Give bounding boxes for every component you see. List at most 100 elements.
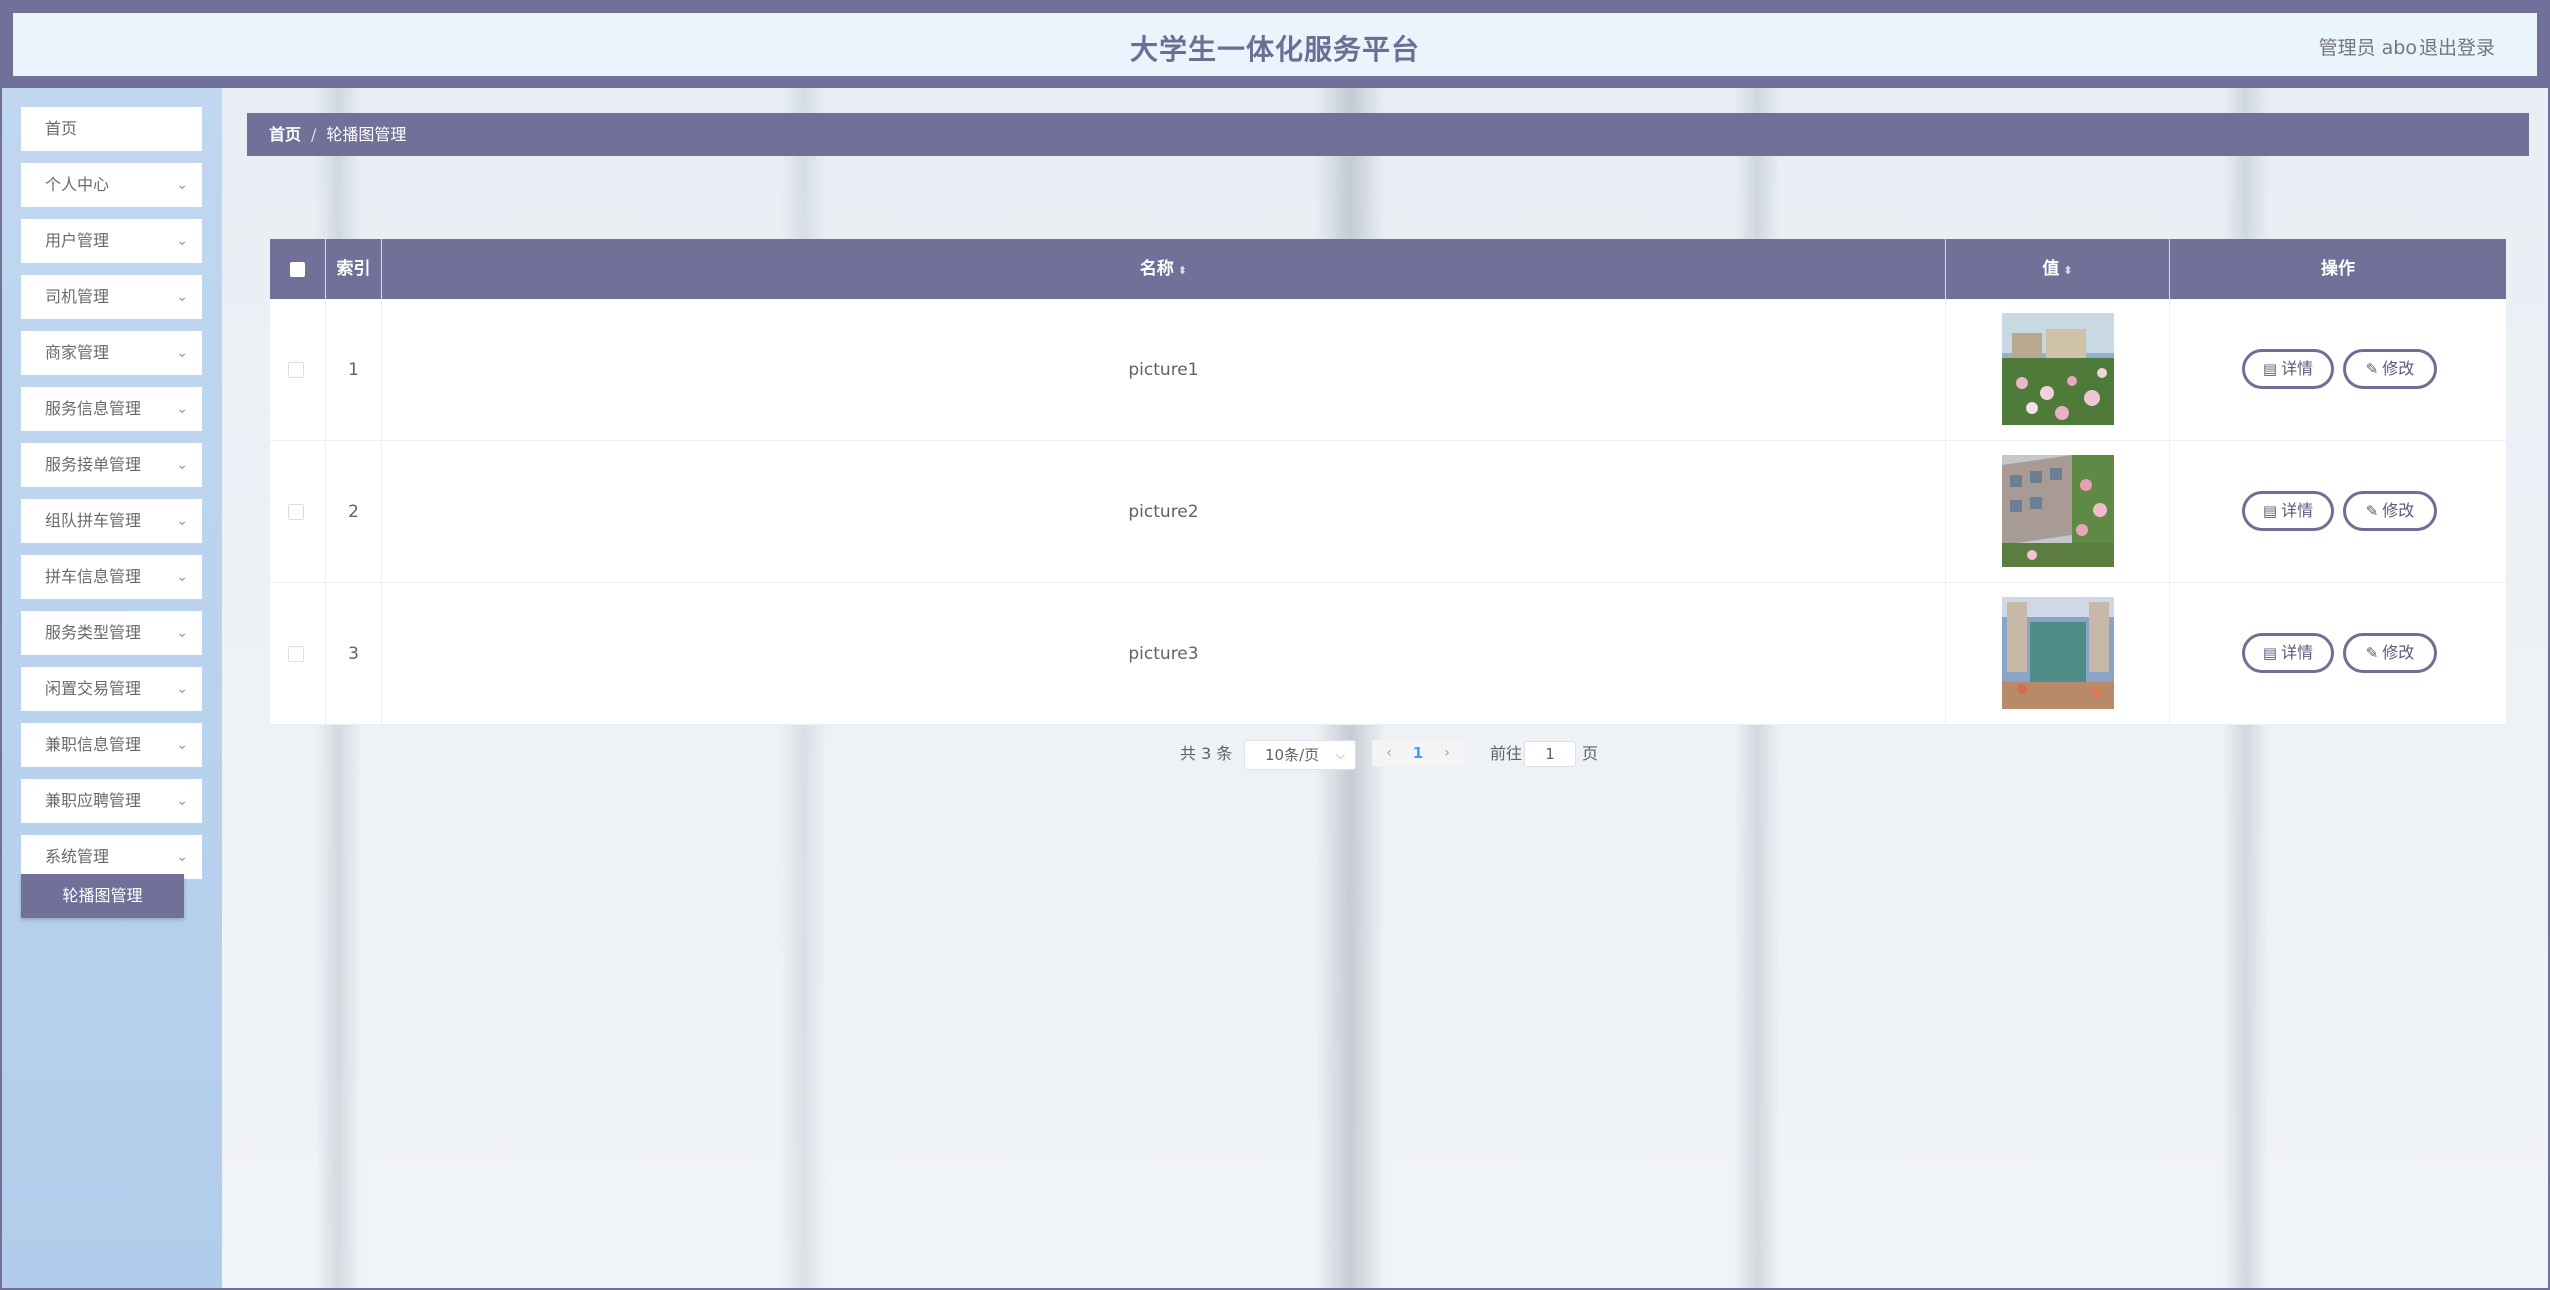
chevron-down-icon: ⌵ (1335, 748, 1345, 762)
page-size-value: 10条/页 (1265, 746, 1320, 764)
detail-label: 详情 (2281, 359, 2314, 378)
sidebar-item-label: 拼车信息管理 (45, 567, 142, 586)
sidebar-item-10[interactable]: 服务类型管理 ⌄ (21, 611, 202, 655)
sidebar-item-label: 用户管理 (45, 231, 110, 250)
edit-button[interactable]: ✎ 修改 (2343, 491, 2437, 531)
row-checkbox[interactable] (288, 362, 304, 378)
sidebar-item-1[interactable]: 首页 (21, 107, 202, 151)
page-number-current[interactable]: 1 (1406, 740, 1430, 766)
chevron-down-icon: ⌄ (176, 625, 188, 641)
sidebar-item-label: 兼职应聘管理 (45, 791, 142, 810)
page-unit-label: 页 (1582, 744, 1599, 763)
sidebar-item-7[interactable]: 服务接单管理 ⌄ (21, 443, 202, 487)
row-name: picture1 (1128, 360, 1199, 380)
row-name: picture3 (1128, 644, 1199, 664)
sidebar-item-label: 组队拼车管理 (45, 511, 142, 530)
row-index: 2 (348, 502, 359, 522)
sidebar-item-6[interactable]: 服务信息管理 ⌄ (21, 387, 202, 431)
sidebar-item-9[interactable]: 拼车信息管理 ⌄ (21, 555, 202, 599)
chevron-down-icon: ⌄ (176, 513, 188, 529)
select-all-checkbox[interactable] (290, 262, 305, 277)
column-header-name[interactable]: 名称 ⬍ (381, 239, 1945, 299)
chevron-down-icon: ⌄ (176, 177, 188, 193)
sidebar-item-12[interactable]: 兼职信息管理 ⌄ (21, 723, 202, 767)
chevron-down-icon: ⌄ (176, 793, 188, 809)
sidebar-item-label: 服务接单管理 (45, 455, 142, 474)
actions-cell: ▤ 详情 ✎ 修改 (2169, 583, 2506, 725)
chevron-down-icon: ⌄ (176, 569, 188, 585)
thumbnail-image (2002, 455, 2114, 567)
pencil-icon: ✎ (2365, 360, 2379, 378)
pagination-total: 共 3 条 (1180, 744, 1233, 763)
sidebar-item-label: 服务信息管理 (45, 399, 142, 418)
edit-label: 修改 (2382, 359, 2415, 378)
row-index: 1 (348, 360, 359, 380)
actions-cell: ▤ 详情 ✎ 修改 (2169, 299, 2506, 441)
table-row: 3 picture3 ▤ 详情 ✎ 修改 (270, 583, 2506, 725)
goto-page-input[interactable]: 1 (1524, 741, 1576, 767)
sidebar-item-label: 兼职信息管理 (45, 735, 142, 754)
prev-page-button[interactable]: ‹ (1376, 740, 1402, 766)
breadcrumb-home[interactable]: 首页 (269, 125, 301, 144)
breadcrumb: 首页 / 轮播图管理 (247, 113, 2529, 156)
document-icon: ▤ (2262, 360, 2278, 378)
select-all-cell (270, 239, 325, 299)
sidebar-item-13[interactable]: 兼职应聘管理 ⌄ (21, 779, 202, 823)
sidebar-item-label: 服务类型管理 (45, 623, 142, 642)
row-name: picture2 (1128, 502, 1199, 522)
breadcrumb-current: 轮播图管理 (326, 125, 407, 144)
sidebar-item-5[interactable]: 商家管理 ⌄ (21, 331, 202, 375)
sidebar-item-3[interactable]: 用户管理 ⌄ (21, 219, 202, 263)
actions-cell: ▤ 详情 ✎ 修改 (2169, 441, 2506, 583)
sidebar-subitem-carousel[interactable]: 轮播图管理 (21, 874, 184, 918)
top-header: 大学生一体化服务平台 管理员 abo 退出登录 (13, 13, 2537, 76)
sidebar-item-label: 司机管理 (45, 287, 110, 306)
pencil-icon: ✎ (2365, 502, 2379, 520)
sort-icon[interactable]: ⬍ (1178, 264, 1187, 277)
sort-icon[interactable]: ⬍ (2063, 264, 2072, 277)
detail-button[interactable]: ▤ 详情 (2242, 633, 2334, 673)
sidebar-item-label: 闲置交易管理 (45, 679, 142, 698)
detail-label: 详情 (2281, 643, 2314, 662)
edit-button[interactable]: ✎ 修改 (2343, 349, 2437, 389)
row-select-cell (270, 299, 325, 441)
edit-label: 修改 (2382, 643, 2415, 662)
document-icon: ▤ (2262, 502, 2278, 520)
value-cell (1945, 583, 2169, 725)
index-cell: 1 (325, 299, 381, 441)
sidebar-item-8[interactable]: 组队拼车管理 ⌄ (21, 499, 202, 543)
row-checkbox[interactable] (288, 646, 304, 662)
sidebar-item-2[interactable]: 个人中心 ⌄ (21, 163, 202, 207)
column-header-actions: 操作 (2169, 239, 2506, 299)
chevron-down-icon: ⌄ (176, 849, 188, 865)
column-label-name: 名称 (1139, 259, 1174, 279)
column-header-value[interactable]: 值 ⬍ (1945, 239, 2169, 299)
sidebar-item-14[interactable]: 系统管理 ⌄ (21, 835, 202, 879)
page-size-select[interactable]: 10条/页 ⌵ (1244, 740, 1356, 770)
detail-button[interactable]: ▤ 详情 (2242, 349, 2334, 389)
detail-button[interactable]: ▤ 详情 (2242, 491, 2334, 531)
thumbnail-image (2002, 313, 2114, 425)
breadcrumb-separator: / (311, 125, 317, 144)
detail-label: 详情 (2281, 501, 2314, 520)
column-label-value: 值 (2042, 259, 2060, 279)
sidebar-item-label: 商家管理 (45, 343, 110, 362)
row-select-cell (270, 441, 325, 583)
next-page-button[interactable]: › (1434, 740, 1460, 766)
column-label-actions: 操作 (2321, 259, 2355, 279)
pencil-icon: ✎ (2365, 644, 2379, 662)
sidebar-item-4[interactable]: 司机管理 ⌄ (21, 275, 202, 319)
row-checkbox[interactable] (288, 504, 304, 520)
chevron-down-icon: ⌄ (176, 345, 188, 361)
value-cell (1945, 299, 2169, 441)
logout-link[interactable]: 退出登录 (2419, 33, 2495, 60)
edit-button[interactable]: ✎ 修改 (2343, 633, 2437, 673)
current-user: 管理员 abo (2318, 37, 2417, 59)
column-label-index: 索引 (336, 259, 371, 279)
sidebar-item-label: 首页 (45, 119, 78, 138)
table-row: 2 picture2 ▤ 详情 ✎ 修改 (270, 441, 2506, 583)
sidebar-item-11[interactable]: 闲置交易管理 ⌄ (21, 667, 202, 711)
chevron-down-icon: ⌄ (176, 401, 188, 417)
row-select-cell (270, 583, 325, 725)
row-index: 3 (348, 644, 359, 664)
